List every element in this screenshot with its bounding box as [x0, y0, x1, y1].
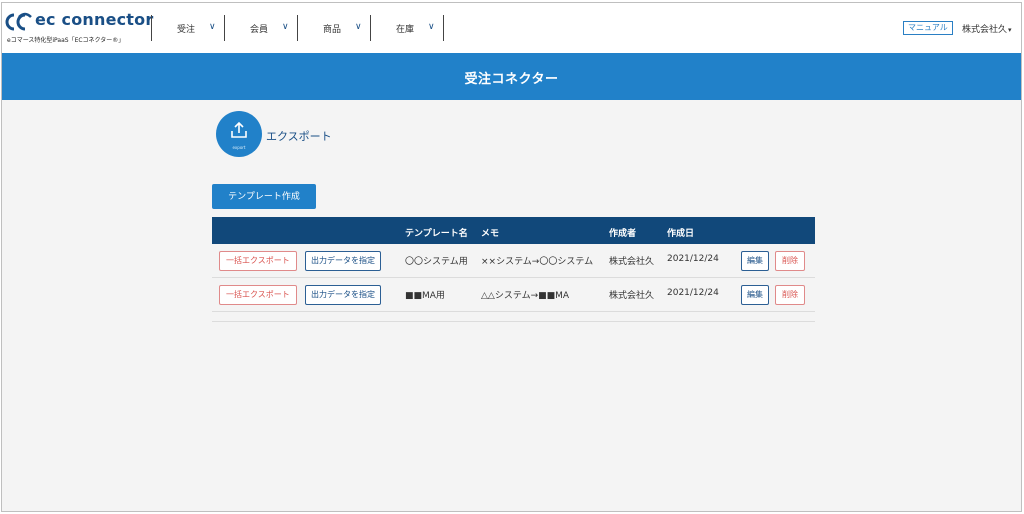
nav-orders-label: 受注 [177, 25, 196, 35]
creator: 株式会社久 [609, 291, 655, 301]
nav-members[interactable]: 会員 ∨ [225, 15, 297, 41]
export-label[interactable]: エクスポート [266, 128, 332, 144]
chevron-down-icon: ∨ [209, 22, 216, 32]
export-button[interactable]: export [216, 111, 262, 157]
nav-orders[interactable]: 受注 ∨ [152, 15, 224, 41]
table-header: テンプレート名 メモ 作成者 作成日 [212, 217, 815, 244]
header-creator: 作成者 [609, 229, 637, 239]
template-name: 〇〇システム用 [405, 257, 468, 267]
table-row: 一括エクスポート 出力データを指定 〇〇システム用 ××システム→〇〇システム … [212, 244, 815, 278]
create-template-button[interactable]: テンプレート作成 [212, 184, 316, 209]
page-banner: 受注コネクター [2, 53, 1021, 100]
memo: ××システム→〇〇システム [481, 257, 594, 267]
specify-output-button[interactable]: 出力データを指定 [305, 251, 381, 271]
edit-button[interactable]: 編集 [741, 251, 769, 271]
template-table: テンプレート名 メモ 作成者 作成日 一括エクスポート 出力データを指定 〇〇シ… [212, 217, 815, 322]
logo-subtitle: eコマース特化型iPaaS「ECコネクター®」 [7, 37, 125, 44]
logo-text: ec connector [35, 10, 154, 29]
table-footer-divider [212, 312, 815, 322]
app-window: ec connector eコマース特化型iPaaS「ECコネクター®」 受注 … [1, 2, 1022, 512]
main-nav: 受注 ∨ 会員 ∨ 商品 ∨ 在庫 ∨ [151, 15, 444, 41]
bulk-export-button[interactable]: 一括エクスポート [219, 285, 297, 305]
nav-products-label: 商品 [323, 25, 342, 35]
nav-inventory[interactable]: 在庫 ∨ [371, 15, 443, 41]
export-upload-icon [231, 121, 247, 138]
created-date: 2021/12/24 [667, 288, 719, 298]
header-created-date: 作成日 [667, 229, 695, 239]
manual-button[interactable]: マニュアル [903, 21, 953, 35]
nav-inventory-label: 在庫 [396, 25, 415, 35]
top-bar: ec connector eコマース特化型iPaaS「ECコネクター®」 受注 … [2, 3, 1021, 53]
nav-products[interactable]: 商品 ∨ [298, 15, 370, 41]
creator: 株式会社久 [609, 257, 655, 267]
template-name: ■■MA用 [405, 291, 445, 301]
chevron-down-icon: ∨ [428, 22, 435, 32]
nav-divider [443, 15, 444, 41]
company-menu[interactable]: 株式会社久▾ [962, 22, 1012, 35]
specify-output-button[interactable]: 出力データを指定 [305, 285, 381, 305]
company-name: 株式会社久 [962, 25, 1008, 35]
export-mini-label: export [232, 145, 246, 150]
caret-down-icon: ▾ [1008, 26, 1012, 34]
bulk-export-button[interactable]: 一括エクスポート [219, 251, 297, 271]
header-template-name: テンプレート名 [405, 229, 468, 239]
cloud-logo-icon [5, 12, 32, 31]
header-memo: メモ [481, 229, 500, 239]
nav-members-label: 会員 [250, 25, 269, 35]
delete-button[interactable]: 削除 [775, 285, 805, 305]
chevron-down-icon: ∨ [355, 22, 362, 32]
page-title: 受注コネクター [464, 72, 559, 87]
created-date: 2021/12/24 [667, 254, 719, 264]
delete-button[interactable]: 削除 [775, 251, 805, 271]
edit-button[interactable]: 編集 [741, 285, 769, 305]
table-row: 一括エクスポート 出力データを指定 ■■MA用 △△システム→■■MA 株式会社… [212, 278, 815, 312]
logo[interactable]: ec connector eコマース特化型iPaaS「ECコネクター®」 [5, 9, 153, 45]
chevron-down-icon: ∨ [282, 22, 289, 32]
memo: △△システム→■■MA [481, 291, 570, 301]
